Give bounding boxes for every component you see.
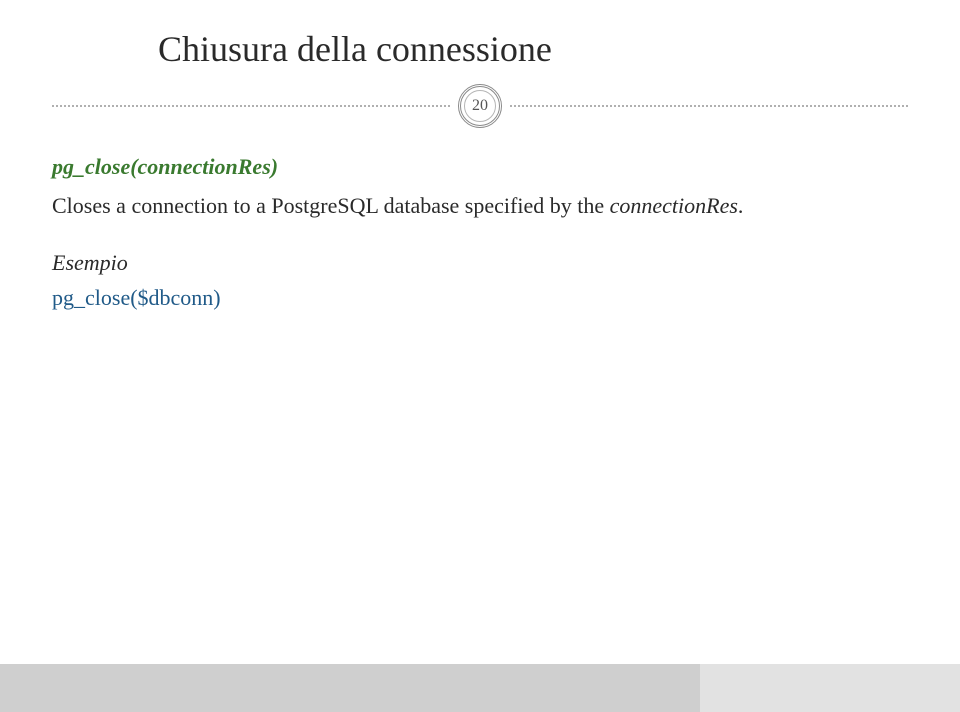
description-prefix: Closes a connection to a PostgreSQL data… [52,193,610,218]
description-param: connectionRes [610,193,738,218]
function-description: Closes a connection to a PostgreSQL data… [52,189,908,222]
example-label: Esempio [52,246,908,279]
example-code: pg_close($dbconn) [52,281,908,314]
slide-container: Chiusura della connessione 20 pg_close(c… [0,0,960,712]
footer-left-segment [0,664,700,712]
page-number-text: 20 [472,97,488,115]
function-signature: pg_close(connectionRes) [52,150,908,183]
footer-bar [0,664,960,712]
slide-title: Chiusura della connessione [52,28,908,70]
divider-row: 20 [52,84,908,128]
footer-right-segment [700,664,960,712]
description-suffix: . [738,193,744,218]
divider-line-right [510,105,908,107]
content-block: pg_close(connectionRes) Closes a connect… [52,150,908,314]
page-number-badge: 20 [458,84,502,128]
divider-line-left [52,105,450,107]
